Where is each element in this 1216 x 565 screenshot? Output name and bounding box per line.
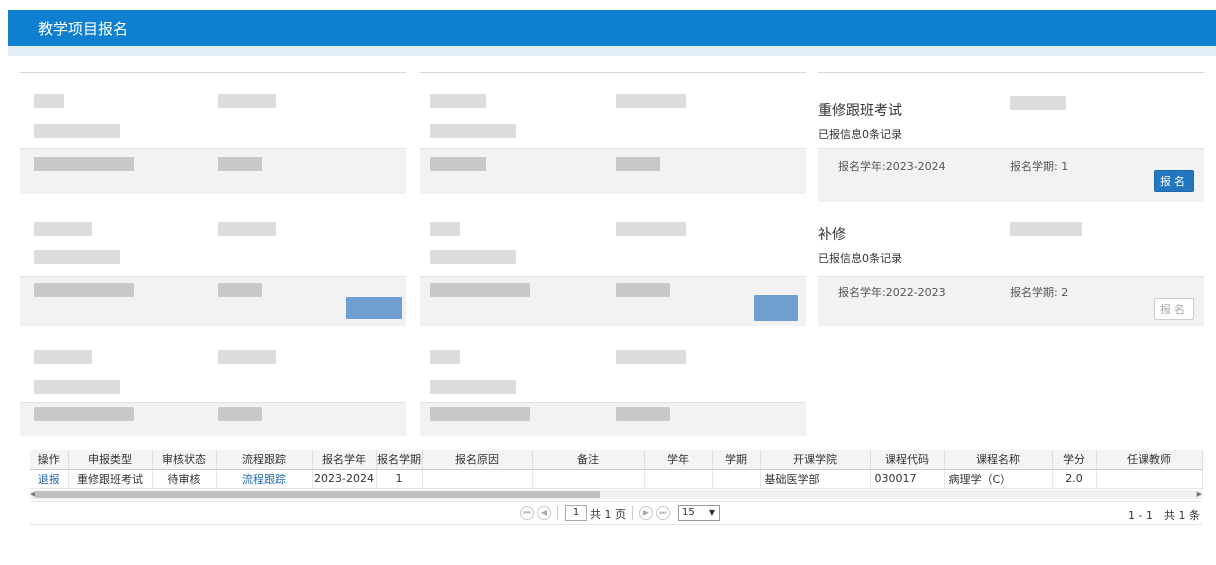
col-header[interactable]: 学期 (712, 450, 761, 470)
table-header-row: 操作 申报类型 审核状态 流程跟踪 报名学年 报名学期 报名原因 备注 学年 学… (30, 450, 1203, 470)
table-row[interactable]: 退报 重修跟班考试 待审核 流程跟踪 2023-2024 1 基础医学部 030… (30, 469, 1203, 489)
cell-credit: 2.0 (1052, 469, 1097, 489)
project-apply-panel: 报名学年:2022-2023 报名学期: 2 报名 (818, 276, 1204, 326)
cell-xn (644, 469, 713, 489)
cell-type: 重修跟班考试 (68, 469, 153, 489)
col-header[interactable]: 操作 (30, 450, 69, 470)
redacted-info (1010, 222, 1082, 236)
col-header[interactable]: 报名学期 (376, 450, 423, 470)
page-header: 教学项目报名 (8, 10, 1216, 46)
apply-year: 报名学年:2023-2024 (838, 160, 946, 173)
page-number-input[interactable]: 1 (565, 505, 587, 521)
scroll-right-icon[interactable]: ▶ (1197, 490, 1202, 499)
project-apply-panel: 报名学年:2023-2024 报名学期: 1 报名 (818, 148, 1204, 202)
first-page-icon[interactable]: ⏮ (520, 506, 534, 520)
col-header[interactable]: 任课教师 (1096, 450, 1203, 470)
col-header[interactable]: 审核状态 (152, 450, 217, 470)
last-page-icon[interactable]: ⏭ (656, 506, 670, 520)
blurred-project-card (420, 72, 806, 202)
col-header[interactable]: 学年 (644, 450, 713, 470)
cell-term: 1 (376, 469, 423, 489)
page-size-value: 15 (682, 507, 695, 518)
next-page-icon[interactable]: ▶ (639, 506, 653, 520)
project-card-make-up: 补修 已报信息0条记录 报名学年:2022-2023 报名学期: 2 报名 (818, 204, 1204, 326)
apply-year: 报名学年:2022-2023 (838, 286, 946, 299)
pager-separator (557, 506, 558, 520)
cell-status: 待审核 (152, 469, 217, 489)
pagination-bar: ⏮ ◀ 1 共 1 页 ▶ ⏭ 15 ▼ 1 - 1 共 1 条 (30, 501, 1202, 525)
process-trace-link[interactable]: 流程跟踪 (242, 473, 286, 486)
applications-grid: 操作 申报类型 审核状态 流程跟踪 报名学年 报名学期 报名原因 备注 学年 学… (30, 450, 1203, 525)
apply-button-disabled[interactable]: 报名 (1154, 298, 1194, 320)
scroll-left-icon[interactable]: ◀ (30, 490, 35, 499)
blurred-project-card (420, 340, 806, 436)
cell-remark (532, 469, 645, 489)
blurred-project-card (420, 204, 806, 326)
cell-year: 2023-2024 (312, 469, 377, 489)
blurred-project-card (20, 204, 406, 326)
horizontal-scrollbar[interactable]: ◀ ▶ (30, 490, 1202, 499)
prev-page-icon[interactable]: ◀ (537, 506, 551, 520)
cell-college: 基础医学部 (760, 469, 871, 489)
apply-button[interactable]: 报名 (1154, 170, 1194, 192)
blurred-project-card (20, 72, 406, 202)
total-pages-text: 共 1 页 (590, 508, 626, 521)
scrollbar-thumb[interactable] (36, 491, 600, 498)
col-header[interactable]: 报名原因 (422, 450, 533, 470)
apply-term: 报名学期: 1 (1010, 160, 1069, 173)
col-header[interactable]: 流程跟踪 (216, 450, 313, 470)
cell-reason (422, 469, 533, 489)
blurred-project-card (20, 340, 406, 436)
col-header[interactable]: 申报类型 (68, 450, 153, 470)
redacted-info (1010, 96, 1066, 110)
project-record-count: 已报信息0条记录 (818, 252, 902, 265)
col-header[interactable]: 备注 (532, 450, 645, 470)
chevron-down-icon: ▼ (708, 508, 715, 517)
col-header[interactable]: 课程代码 (870, 450, 945, 470)
applications-table: 操作 申报类型 审核状态 流程跟踪 报名学年 报名学期 报名原因 备注 学年 学… (30, 450, 1203, 489)
cell-xq (712, 469, 761, 489)
col-header[interactable]: 课程名称 (944, 450, 1053, 470)
header-subbar (8, 46, 1216, 56)
page-title: 教学项目报名 (38, 20, 129, 38)
apply-term: 报名学期: 2 (1010, 286, 1069, 299)
project-title: 补修 (818, 227, 846, 243)
project-card-retake-exam: 重修跟班考试 已报信息0条记录 报名学年:2023-2024 报名学期: 1 报… (818, 72, 1204, 202)
cell-course-code: 030017 (870, 469, 945, 489)
col-header[interactable]: 报名学年 (312, 450, 377, 470)
project-title: 重修跟班考试 (818, 103, 902, 119)
withdraw-link[interactable]: 退报 (38, 473, 60, 486)
pager-separator (632, 506, 633, 520)
page-size-select[interactable]: 15 ▼ (678, 505, 720, 521)
project-record-count: 已报信息0条记录 (818, 128, 902, 141)
record-info: 1 - 1 共 1 条 (1128, 509, 1200, 522)
cell-teacher (1096, 469, 1203, 489)
col-header[interactable]: 开课学院 (760, 450, 871, 470)
col-header[interactable]: 学分 (1052, 450, 1097, 470)
cell-course-name: 病理学（C） (944, 469, 1053, 489)
